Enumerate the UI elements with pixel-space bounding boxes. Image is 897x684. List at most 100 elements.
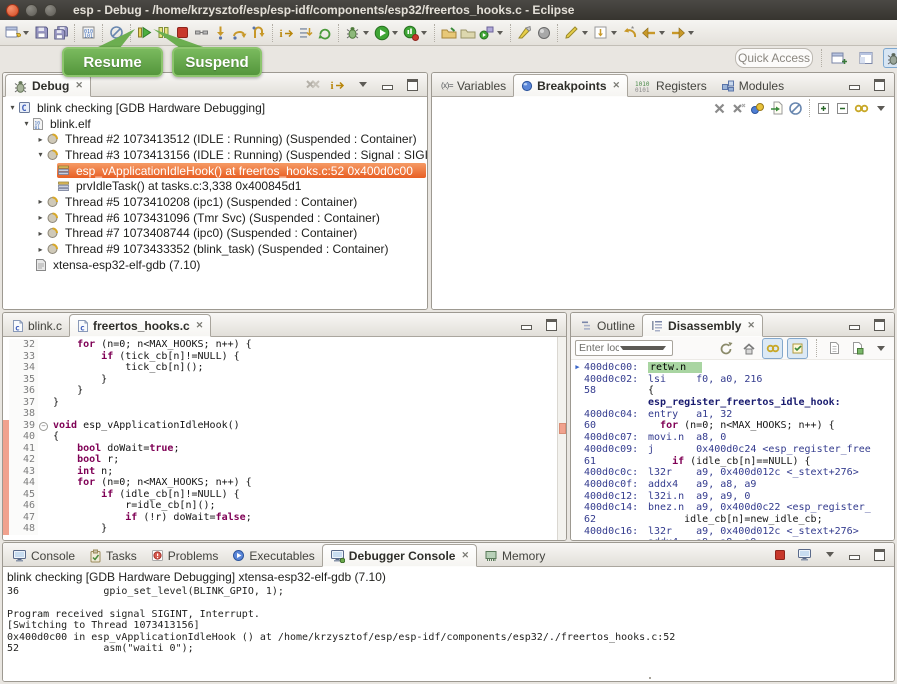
run-dropdown-icon[interactable] — [392, 31, 398, 35]
search-button[interactable] — [534, 23, 553, 42]
annotation-dropdown-icon[interactable] — [582, 31, 588, 35]
tab-executables[interactable]: Executables — [225, 545, 321, 566]
tab-blink-c[interactable]: cblink.c — [5, 315, 69, 336]
debug-tree-row[interactable]: ▾Thread #3 1073413156 (IDLE : Running) (… — [35, 147, 427, 163]
next-annotation-dropdown-icon[interactable] — [611, 31, 617, 35]
restart-button[interactable] — [315, 23, 334, 42]
maximize-button[interactable] — [870, 545, 889, 564]
goto-file-breakpoint-button[interactable] — [767, 99, 786, 118]
tab-disassembly[interactable]: Disassembly✕ — [642, 314, 763, 337]
debug-tree-row[interactable]: prvIdleTask() at tasks.c:3,338 0x400845d… — [57, 178, 427, 194]
instruction-stepping-button[interactable]: i — [328, 75, 347, 94]
close-tab-icon[interactable]: ✕ — [747, 320, 755, 331]
tree-expander-icon[interactable]: ▾ — [7, 103, 18, 112]
home-button[interactable] — [739, 339, 758, 358]
forward-dropdown-icon[interactable] — [688, 31, 694, 35]
change-marker-tick[interactable] — [559, 423, 566, 434]
debug-tree-row[interactable]: ▾Cblink checking [GDB Hardware Debugging… — [7, 100, 427, 116]
debug-tree-row[interactable]: ▸Thread #9 1073433352 (blink_task) (Susp… — [35, 241, 427, 257]
open-new-view-button[interactable] — [825, 339, 844, 358]
close-tab-icon[interactable]: ✕ — [461, 550, 469, 561]
code-editor[interactable]: 32 for (n=0; n<MAX_HOOKS; n++) {33 if (t… — [3, 337, 566, 540]
forward-button[interactable] — [668, 23, 687, 42]
back-dropdown-icon[interactable] — [659, 31, 665, 35]
save-button[interactable] — [32, 23, 51, 42]
track-expression-button[interactable] — [787, 338, 808, 359]
refresh-button[interactable] — [716, 339, 735, 358]
new-wizard-dropdown-icon[interactable] — [23, 31, 29, 35]
annotation-button[interactable] — [562, 23, 581, 42]
debug-tree-row[interactable]: xtensa-esp32-elf-gdb (7.10) — [35, 257, 427, 273]
resume-button[interactable] — [135, 23, 154, 42]
skip-all-breakpoints-button[interactable] — [786, 99, 805, 118]
window-maximize-button[interactable] — [44, 4, 57, 17]
tab-outline[interactable]: Outline — [573, 315, 642, 336]
debug-tree-row[interactable]: ▸Thread #6 1073431096 (Tmr Svc) (Suspend… — [35, 210, 427, 226]
debug-tree-row[interactable]: ▾1001blink.elf — [21, 116, 427, 132]
profile-button[interactable] — [401, 23, 420, 42]
tree-expander-icon[interactable]: ▾ — [21, 119, 32, 128]
new-wizard-button[interactable] — [3, 23, 22, 42]
debug-tree-row[interactable]: ▸Thread #7 1073408744 (ipc0) (Suspended … — [35, 226, 427, 242]
debug-tree-row[interactable]: ▸Thread #2 1073413512 (IDLE : Running) (… — [35, 131, 427, 147]
open-resource-button[interactable] — [458, 23, 477, 42]
remove-breakpoint-button[interactable] — [710, 99, 729, 118]
close-tab-icon[interactable]: ✕ — [75, 80, 83, 91]
tab-debug[interactable]: Debug✕ — [5, 74, 91, 97]
next-annotation-button[interactable] — [591, 23, 610, 42]
remove-all-breakpoints-button[interactable] — [729, 99, 748, 118]
tab-memory[interactable]: Memory — [477, 545, 552, 566]
mark-occurrences-button[interactable] — [515, 23, 534, 42]
minimize-button[interactable] — [378, 75, 397, 94]
open-perspective-button[interactable] — [829, 48, 849, 68]
external-tools-dropdown-icon[interactable] — [497, 31, 503, 35]
tree-expander-icon[interactable]: ▾ — [35, 150, 46, 159]
step-over-button[interactable] — [230, 23, 249, 42]
step-return-button[interactable] — [249, 23, 268, 42]
minimize-button[interactable] — [845, 315, 864, 334]
collapse-all-button[interactable] — [833, 99, 852, 118]
minimize-button[interactable] — [845, 75, 864, 94]
close-tab-icon[interactable]: ✕ — [196, 320, 204, 331]
maximize-button[interactable] — [403, 75, 422, 94]
last-edit-location-button[interactable]: * — [620, 23, 639, 42]
external-tools-button[interactable] — [477, 23, 496, 42]
quick-access-button[interactable]: Quick Access — [735, 48, 813, 68]
overview-ruler[interactable] — [557, 337, 566, 540]
sync-selection-button[interactable] — [762, 338, 783, 359]
tab-variables[interactable]: (x)=Variables — [434, 75, 513, 96]
tree-expander-icon[interactable]: ▸ — [35, 213, 46, 222]
debug-button[interactable] — [343, 23, 362, 42]
terminate-console-button[interactable] — [770, 545, 789, 564]
debug-thread-tree[interactable]: ▾Cblink checking [GDB Hardware Debugging… — [3, 97, 427, 309]
save-all-button[interactable] — [51, 23, 70, 42]
breakpoints-empty-area[interactable] — [432, 119, 894, 309]
remove-all-terminated-button[interactable] — [303, 75, 322, 94]
resize-grip[interactable] — [649, 677, 651, 681]
tree-expander-icon[interactable]: ▸ — [35, 229, 46, 238]
build-binary-button[interactable]: 010101 — [79, 23, 98, 42]
window-close-button[interactable] — [6, 4, 19, 17]
view-menu-button[interactable] — [871, 99, 890, 118]
disassembly-listing[interactable]: ▶400d0c00:retw.n400d0c02:lsi f0, a0, 216… — [571, 360, 894, 540]
open-type-button[interactable] — [439, 23, 458, 42]
view-menu-button[interactable] — [871, 339, 890, 358]
expand-all-button[interactable] — [814, 99, 833, 118]
tab-registers[interactable]: 10100101Registers — [628, 75, 714, 96]
back-button[interactable] — [639, 23, 658, 42]
disasm-location-input[interactable]: Enter location here — [575, 340, 673, 356]
minimize-button[interactable] — [845, 545, 864, 564]
window-minimize-button[interactable] — [25, 4, 38, 17]
step-into-button[interactable] — [211, 23, 230, 42]
debug-dropdown-icon[interactable] — [363, 31, 369, 35]
display-console-button[interactable] — [795, 545, 814, 564]
view-menu-button[interactable] — [820, 545, 839, 564]
tab-debugger-console[interactable]: Debugger Console✕ — [322, 544, 477, 567]
tab-breakpoints[interactable]: Breakpoints✕ — [513, 74, 628, 97]
tab-tasks[interactable]: Tasks — [82, 545, 144, 566]
tab-problems[interactable]: Problems — [144, 545, 226, 566]
debug-tree-row[interactable]: esp_vApplicationIdleHook() at freertos_h… — [57, 163, 426, 179]
show-supported-breakpoints-button[interactable] — [748, 99, 767, 118]
pin-view-button[interactable] — [848, 339, 867, 358]
maximize-button[interactable] — [870, 75, 889, 94]
